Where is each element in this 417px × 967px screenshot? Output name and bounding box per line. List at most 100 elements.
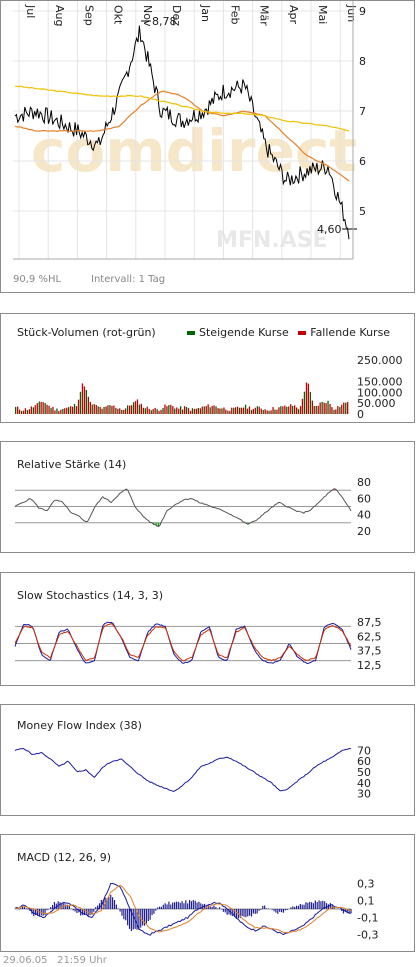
volume-bars [15,382,349,414]
volume-bar [178,408,180,414]
volume-bar [93,404,95,414]
footer-time: 21:59 Uhr [57,955,107,966]
volume-tick-label: 0 [357,408,364,421]
price-tick-label: 8 [359,55,366,68]
volume-bar [30,406,32,414]
volume-bar [189,410,192,414]
volume-bar [46,404,48,414]
hl-label: 90,9 %HL [13,274,61,285]
rsi-panel: Relative Stärke (14) 80 60 40 20 [0,441,415,553]
volume-bar [266,410,268,414]
volume-bar [182,409,184,414]
volume-bar [248,406,251,414]
stoch-panel: Slow Stochastics (14, 3, 3) 87,5 62,5 37,5… [0,572,415,686]
month-label: Okt [112,5,125,25]
volume-bar [244,404,247,414]
volume-bar [150,410,152,414]
volume-bar [36,403,38,414]
volume-bar [329,404,331,414]
volume-bar [250,410,253,414]
axis-tick-label: 60 [357,492,371,505]
volume-bar [68,407,70,414]
volume-bar [331,407,333,414]
month-label: Apr [287,5,300,25]
volume-bar [24,408,27,414]
volume-bar [254,407,256,414]
volume-bar [66,407,68,414]
axis-tick-label: 30 [357,788,371,801]
volume-bar [107,405,109,414]
volume-bar [317,405,319,414]
volume-bar [26,410,29,414]
volume-bar [233,407,235,414]
volume-bar [227,410,229,414]
volume-bar [272,407,274,414]
macd-tick-label: -0,3 [357,929,378,942]
volume-bar [260,408,262,414]
volume-bar [164,404,166,414]
volume-bar [239,407,241,414]
volume-bar [231,407,233,414]
volume-bar [121,410,123,414]
volume-bar [211,405,213,414]
oscillator-series-0 [14,488,352,528]
stoch-series: 87,562,5 37,512,5 [14,616,382,672]
volume-bar [103,406,105,414]
volume-bar [91,404,93,414]
volume-bar [229,410,231,414]
volume-bar [160,409,162,414]
volume-bar [209,407,211,414]
volume-bar [197,408,199,414]
volume-bar [32,407,34,414]
macd-tick-label: 0,1 [357,894,375,907]
axis-tick-label: 87,5 [357,616,382,629]
volume-bar [125,408,127,414]
month-label: Jan [199,4,212,22]
volume-bar [75,406,78,414]
volume-bar [184,406,186,414]
volume-bar [343,402,345,414]
volume-bar [134,401,137,414]
price-tick-label: 9 [359,5,366,18]
volume-bar [284,405,286,414]
volume-bar [345,402,347,414]
axis-tick-label: 40 [357,509,371,522]
volume-bar [203,406,205,414]
rsi-chart: 80 60 40 20 [14,476,371,538]
volume-bar [297,409,300,414]
volume-panel: Stück-Volumen (rot-grün) Steigende Kurse… [0,313,415,423]
price-panel: comdirect MFN.ASE Jul Aug Sep Okt Nov Dez Jan F… [0,0,415,293]
volume-bar [146,406,148,414]
volume-bar [130,405,133,414]
volume-bar [242,407,245,414]
mfi-chart: 7060504030 [14,744,371,801]
volume-bar [246,408,249,414]
volume-bar [42,402,44,414]
volume-bar [72,406,74,414]
volume-bar [136,399,139,414]
axis-tick-label: 37,5 [357,645,382,658]
volume-bar [95,405,97,414]
volume-bar [64,408,66,414]
volume-bar [22,410,25,414]
volume-bar [205,406,207,414]
volume-bar [187,408,190,414]
month-label: Aug [53,5,66,26]
volume-axis: 250.000150.000100.00050.0000 [357,354,403,421]
volume-bar [166,406,168,414]
volume-bar [207,404,209,414]
volume-bar [144,408,146,414]
volume-bar [44,403,46,414]
volume-bar [258,406,260,414]
volume-bar [256,406,258,414]
volume-bar [170,404,172,414]
volume-bar [301,398,304,414]
volume-bar [119,408,121,414]
volume-bar [154,407,156,414]
mfi-series: 7060504030 [14,744,371,801]
volume-bar [219,408,221,414]
volume-bar [105,406,107,414]
volume-bar [109,405,111,414]
volume-bar [325,403,327,414]
volume-bar [50,408,52,414]
